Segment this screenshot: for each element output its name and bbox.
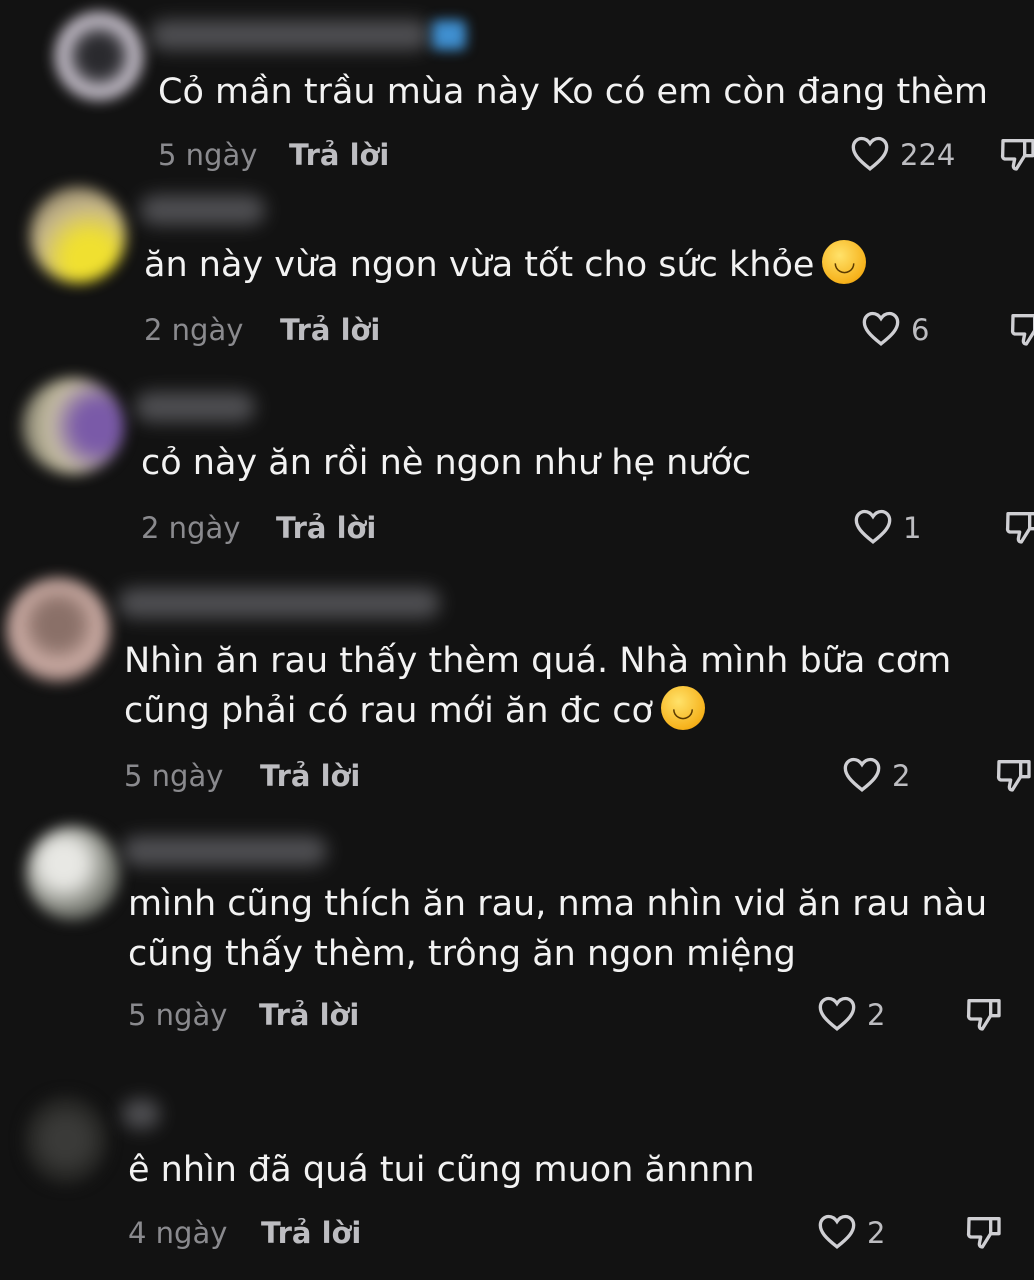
like-count: 2: [892, 759, 911, 793]
avatar[interactable]: [6, 578, 110, 682]
like-count: 2: [867, 1216, 886, 1250]
avatar[interactable]: [55, 12, 143, 100]
username-blurred[interactable]: [150, 20, 430, 50]
heart-outline-icon: [817, 1212, 857, 1254]
smiling-face-with-hearts-icon: ◡: [822, 240, 867, 284]
username-blurred[interactable]: [122, 1099, 160, 1129]
like-button[interactable]: 2: [842, 756, 910, 796]
like-count: 224: [900, 138, 956, 172]
dislike-button[interactable]: [998, 134, 1034, 178]
heart-outline-icon: [817, 994, 857, 1036]
like-button[interactable]: 2: [817, 995, 885, 1035]
comment-text-line-2: cũng phải có rau mới ăn đc cơ ◡: [124, 686, 705, 736]
username-blurred[interactable]: [122, 836, 327, 866]
thumbs-down-icon: [1003, 512, 1034, 551]
username-blurred[interactable]: [118, 588, 440, 618]
avatar[interactable]: [24, 1095, 108, 1185]
username-blurred[interactable]: [135, 392, 255, 422]
reply-button[interactable]: Trả lời: [280, 312, 380, 348]
thumbs-down-icon: [994, 760, 1034, 799]
avatar[interactable]: [22, 378, 124, 474]
comment-text: Cỏ mần trầu mùa này Ko có em còn đang th…: [158, 72, 988, 112]
comment-text-line-2: cũng thấy thèm, trông ăn ngon miệng: [128, 934, 796, 974]
dislike-button[interactable]: [994, 755, 1034, 799]
heart-outline-icon: [861, 309, 901, 351]
comment-text: ăn này vừa ngon vừa tốt cho sức khỏe ◡: [144, 240, 867, 290]
like-count: 6: [911, 313, 930, 347]
like-button[interactable]: 6: [861, 310, 929, 350]
heart-outline-icon: [842, 755, 882, 797]
comment-text: mình cũng thích ăn rau, nma nhìn vid ăn …: [128, 884, 988, 924]
thumbs-down-icon: [998, 139, 1034, 178]
dislike-button[interactable]: [1008, 309, 1034, 353]
comment-time: 5 ngày: [124, 759, 224, 793]
reply-button[interactable]: Trả lời: [289, 137, 389, 173]
reply-button[interactable]: Trả lời: [260, 758, 360, 794]
like-button[interactable]: 224: [850, 135, 955, 175]
comment-time: 4 ngày: [128, 1216, 228, 1250]
dislike-button[interactable]: [1003, 507, 1034, 551]
comment-text: cỏ này ăn rồi nè ngon như hẹ nước: [141, 443, 752, 483]
comment-time: 5 ngày: [128, 998, 228, 1032]
username-blurred[interactable]: [140, 195, 265, 225]
comment-text: Nhìn ăn rau thấy thèm quá. Nhà mình bữa …: [124, 641, 952, 681]
comment-time: 2 ngày: [144, 313, 244, 347]
avatar[interactable]: [26, 826, 120, 920]
heart-outline-icon: [853, 507, 893, 549]
comment-time: 2 ngày: [141, 511, 241, 545]
verified-badge-icon: [432, 20, 466, 50]
thumbs-down-icon: [964, 999, 1004, 1038]
dislike-button[interactable]: [964, 1212, 1004, 1256]
heart-outline-icon: [850, 134, 890, 176]
reply-button[interactable]: Trả lời: [259, 997, 359, 1033]
thumbs-down-icon: [964, 1217, 1004, 1256]
reply-button[interactable]: Trả lời: [276, 510, 376, 546]
comment-text: ê nhìn đã quá tui cũng muon ănnnn: [128, 1150, 755, 1190]
like-button[interactable]: 1: [853, 508, 921, 548]
reply-button[interactable]: Trả lời: [261, 1215, 361, 1251]
like-button[interactable]: 2: [817, 1213, 885, 1253]
comment-time: 5 ngày: [158, 138, 258, 172]
like-count: 2: [867, 998, 886, 1032]
avatar[interactable]: [30, 187, 126, 283]
rolling-on-floor-laughing-icon: ◡: [660, 686, 705, 730]
like-count: 1: [903, 511, 922, 545]
thumbs-down-icon: [1008, 314, 1034, 353]
dislike-button[interactable]: [964, 994, 1004, 1038]
